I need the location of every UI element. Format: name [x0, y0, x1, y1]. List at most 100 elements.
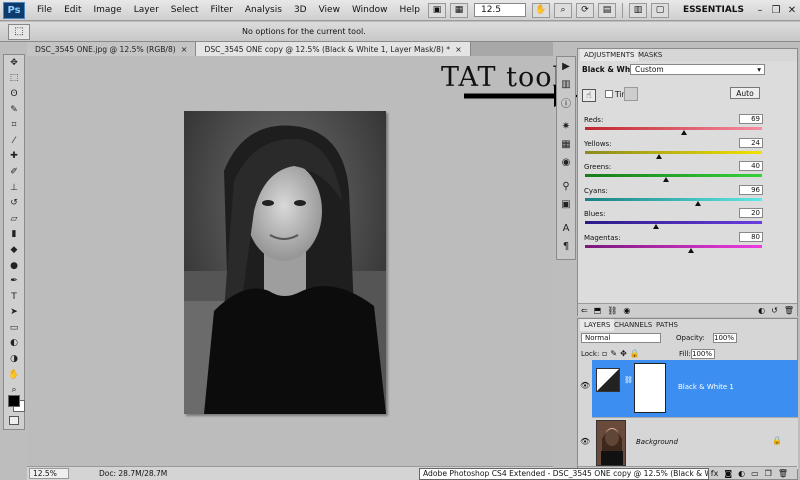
menu-window[interactable]: Window: [346, 5, 394, 15]
eraser-tool-icon[interactable]: ▱: [4, 211, 24, 227]
close-icon[interactable]: ✕: [784, 5, 800, 16]
slider-value-field[interactable]: 80: [739, 231, 763, 242]
info-icon[interactable]: ⓘ: [557, 93, 575, 111]
menu-file[interactable]: File: [31, 5, 58, 15]
screen-mode-icon[interactable]: ▢: [650, 2, 669, 18]
move-tool-icon[interactable]: ✥: [4, 55, 24, 71]
menu-edit[interactable]: Edit: [58, 5, 87, 15]
slider-track[interactable]: [585, 150, 762, 154]
clone-stamp-tool-icon[interactable]: ⊥: [4, 180, 24, 196]
menu-view[interactable]: View: [313, 5, 346, 15]
slider-value-field[interactable]: 40: [739, 161, 763, 171]
current-tool-icon[interactable]: ⬚: [8, 23, 30, 40]
slider-thumb[interactable]: [688, 247, 695, 253]
return-to-list-icon[interactable]: ⇐: [581, 306, 588, 315]
dodge-tool-icon[interactable]: ●: [4, 258, 24, 274]
paragraph-icon[interactable]: ¶: [557, 237, 575, 255]
type-tool-icon[interactable]: T: [4, 289, 24, 305]
tab-dsc-3545-one[interactable]: DSC_3545 ONE.jpg @ 12.5% (RGB/8) ×: [27, 42, 197, 56]
slider-value-field[interactable]: 96: [739, 184, 763, 195]
histogram-icon[interactable]: ▥: [557, 75, 575, 93]
slider-value-field[interactable]: 24: [739, 137, 763, 148]
arrange-documents-icon[interactable]: ▥: [628, 2, 647, 18]
tab-paths[interactable]: PATHS: [652, 319, 682, 331]
opacity-field[interactable]: 100%: [713, 333, 737, 343]
slider-track[interactable]: [585, 174, 762, 177]
rotate-view-icon[interactable]: ⟳: [575, 2, 594, 18]
preset-select[interactable]: Custom ▾: [630, 64, 765, 75]
slider-track[interactable]: [585, 221, 762, 224]
expand-view-icon[interactable]: ⬒: [594, 306, 602, 315]
quick-mask-icon[interactable]: [9, 416, 19, 425]
foreground-color-swatch[interactable]: [8, 395, 20, 407]
trash-icon[interactable]: 🗑: [778, 469, 788, 478]
tint-checkbox[interactable]: [605, 90, 613, 98]
clip-to-layer-icon[interactable]: ⛓: [607, 306, 617, 315]
fill-field[interactable]: 100%: [691, 349, 715, 359]
close-icon[interactable]: ×: [455, 45, 462, 54]
slider-track[interactable]: [585, 244, 762, 248]
menu-filter[interactable]: Filter: [205, 5, 239, 15]
menu-layer[interactable]: Layer: [128, 5, 165, 15]
link-icon[interactable]: ⛓: [624, 376, 633, 384]
slider-thumb[interactable]: [695, 200, 702, 206]
crop-tool-icon[interactable]: ⌗: [4, 117, 24, 133]
history-brush-tool-icon[interactable]: ↺: [4, 195, 24, 211]
pen-tool-icon[interactable]: ✒: [4, 273, 24, 289]
layer-style-icon[interactable]: fx: [711, 469, 719, 478]
3d-orbit-tool-icon[interactable]: ◑: [4, 351, 24, 367]
marquee-tool-icon[interactable]: ⬚: [4, 71, 24, 87]
menu-help[interactable]: Help: [393, 5, 426, 15]
slider-thumb[interactable]: [656, 153, 663, 159]
blend-mode-select[interactable]: Normal: [581, 333, 661, 343]
lasso-tool-icon[interactable]: ʘ: [4, 86, 24, 102]
minimize-icon[interactable]: –: [752, 5, 768, 16]
slider-value-field[interactable]: 20: [739, 208, 763, 218]
eye-icon[interactable]: 👁: [580, 437, 590, 446]
add-mask-icon[interactable]: ◙: [724, 469, 732, 478]
auto-button[interactable]: Auto: [730, 87, 760, 99]
tab-adjustments[interactable]: ADJUSTMENTS: [580, 49, 639, 61]
slider-track[interactable]: [585, 127, 762, 130]
menu-image[interactable]: Image: [88, 5, 128, 15]
swatches-icon[interactable]: ▦: [557, 135, 575, 153]
zoom-icon[interactable]: ⌕: [553, 2, 572, 18]
menu-analysis[interactable]: Analysis: [239, 5, 288, 15]
ruler-icon[interactable]: ▤: [597, 2, 616, 18]
color-icon[interactable]: ✷: [557, 117, 575, 135]
slider-thumb[interactable]: [652, 224, 659, 229]
previous-state-icon[interactable]: ◐: [758, 306, 765, 315]
zoom-select[interactable]: 12.5: [473, 3, 526, 17]
character-icon[interactable]: A: [557, 219, 575, 237]
tint-color-swatch[interactable]: [624, 87, 638, 101]
brushes-icon[interactable]: ▣: [557, 195, 575, 213]
bridge-icon[interactable]: ▣: [427, 2, 446, 18]
slider-value-field[interactable]: 69: [739, 114, 763, 124]
layer-black-white-1[interactable]: ⛓ Black & White 1: [592, 360, 798, 417]
3d-rotate-tool-icon[interactable]: ◐: [4, 336, 24, 352]
tab-masks[interactable]: MASKS: [634, 49, 666, 61]
layer-name[interactable]: Black & White 1: [678, 383, 734, 391]
tab-dsc-3545-one-copy[interactable]: DSC_3545 ONE copy @ 12.5% (Black & White…: [196, 42, 471, 56]
document-photo[interactable]: [184, 111, 386, 414]
new-layer-icon[interactable]: ❐: [765, 469, 772, 478]
shape-tool-icon[interactable]: ▭: [4, 320, 24, 336]
trash-icon[interactable]: 🗑: [784, 306, 794, 315]
blur-tool-icon[interactable]: ◆: [4, 242, 24, 258]
gradient-tool-icon[interactable]: ▮: [4, 227, 24, 243]
slider-thumb[interactable]: [663, 177, 670, 182]
status-zoom-field[interactable]: 12.5%: [29, 468, 69, 479]
layer-background[interactable]: Background 🔒: [592, 417, 798, 469]
restore-icon[interactable]: ❐: [768, 5, 784, 16]
eyedropper-tool-icon[interactable]: ⁄: [4, 133, 24, 149]
layer-mask-thumbnail[interactable]: [634, 363, 666, 413]
hand-icon[interactable]: ✋: [531, 2, 550, 18]
layer-name[interactable]: Background: [636, 438, 678, 446]
menu-3d[interactable]: 3D: [288, 5, 313, 15]
clone-source-icon[interactable]: ⚲: [557, 177, 575, 195]
workspace-switcher[interactable]: ESSENTIALS: [675, 5, 752, 15]
slider-track[interactable]: [585, 197, 762, 201]
path-select-tool-icon[interactable]: ➤: [4, 305, 24, 321]
new-group-icon[interactable]: ▭: [751, 469, 759, 478]
lock-icon[interactable]: ▫✎✥🔒: [602, 349, 643, 358]
